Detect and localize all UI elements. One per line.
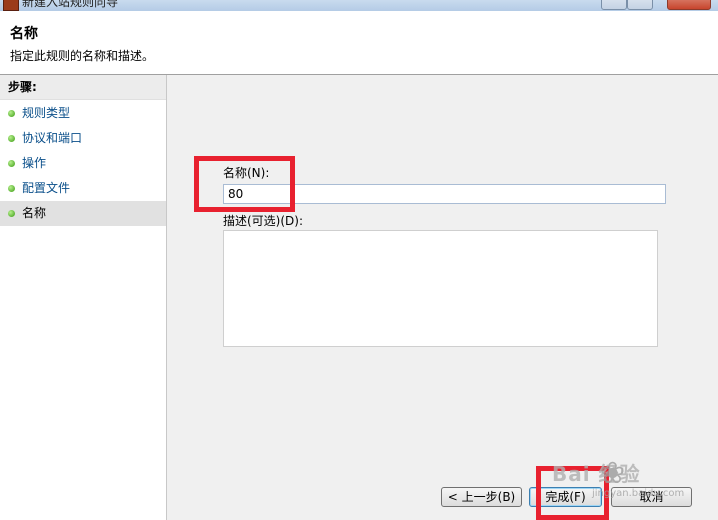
step-profile[interactable]: 配置文件 (0, 176, 166, 201)
maximize-button[interactable] (627, 0, 653, 10)
firewall-app-icon (3, 0, 19, 11)
green-bullet-icon (8, 160, 15, 167)
name-input[interactable] (223, 184, 666, 204)
paw-icon: ❀ (600, 456, 626, 491)
step-action[interactable]: 操作 (0, 151, 166, 176)
step-protocol-ports[interactable]: 协议和端口 (0, 126, 166, 151)
green-bullet-icon (8, 135, 15, 142)
window-title: 新建入站规则向导 (22, 0, 119, 9)
watermark-url: jingyan.baidu.com (592, 488, 685, 499)
green-bullet-icon (8, 110, 15, 117)
name-label: 名称(N): (223, 166, 270, 180)
close-button[interactable] (667, 0, 711, 10)
page-title: 名称 (10, 26, 38, 42)
green-bullet-icon (8, 185, 15, 192)
title-bar: 新建入站规则向导 (0, 0, 718, 11)
step-name[interactable]: 名称 (0, 201, 166, 226)
minimize-button[interactable] (601, 0, 627, 10)
description-textarea[interactable] (223, 230, 658, 347)
steps-title: 步骤: (0, 75, 166, 100)
steps-pane: 步骤: 规则类型 协议和端口 操作 配置文件 名称 (0, 75, 167, 520)
step-label: 配置文件 (22, 181, 71, 195)
step-label: 协议和端口 (22, 131, 83, 145)
description-label: 描述(可选)(D): (223, 214, 304, 228)
back-button[interactable]: < 上一步(B) (441, 487, 522, 507)
page-description: 指定此规则的名称和描述。 (10, 49, 155, 63)
green-bullet-icon (8, 210, 15, 217)
baidu-watermark: Bai 经验 ❀ jingyan.baidu.com (552, 452, 685, 508)
step-label: 操作 (22, 156, 47, 170)
watermark-brand: Bai 经验 (552, 462, 641, 486)
wizard-header: 名称 指定此规则的名称和描述。 (0, 11, 718, 75)
step-rule-type[interactable]: 规则类型 (0, 101, 166, 126)
step-label: 名称 (22, 206, 47, 220)
step-label: 规则类型 (22, 106, 71, 120)
